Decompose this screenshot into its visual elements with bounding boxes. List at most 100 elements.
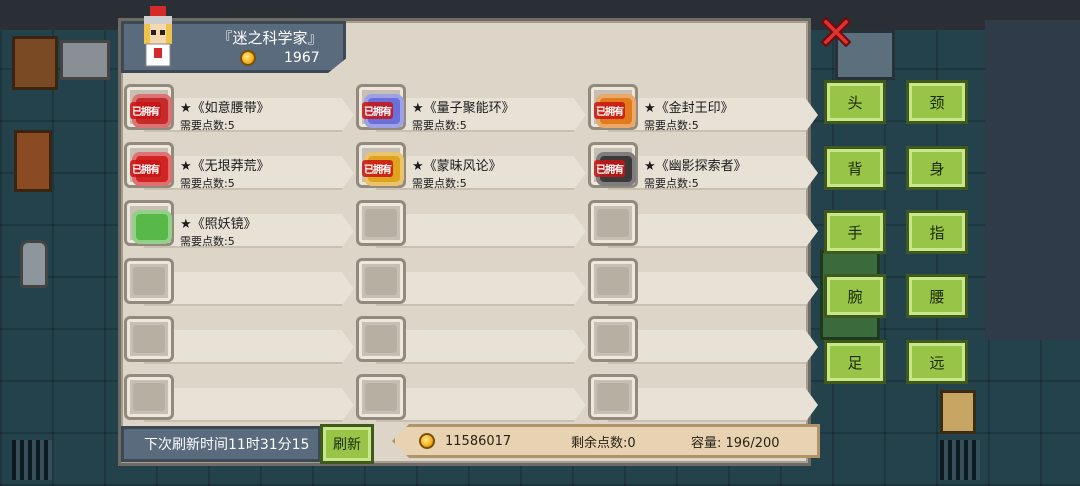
empty-item-entry: [354, 312, 586, 364]
scientist-avatar-icon: [144, 6, 172, 67]
item-cost: 需要点数:5: [180, 235, 235, 248]
category-button[interactable]: 远: [906, 340, 968, 384]
item-strip: [144, 272, 354, 306]
item-name: ★《幽影探索者》: [644, 159, 747, 174]
item-slot[interactable]: 已拥有: [124, 142, 174, 188]
floor-grate: [940, 440, 980, 480]
empty-slot[interactable]: [356, 374, 406, 420]
item-cost: 需要点数:5: [180, 119, 235, 132]
empty-item-entry: [354, 370, 586, 422]
desk-prop: [60, 40, 110, 80]
empty-slot[interactable]: [588, 200, 638, 246]
floor-grate: [12, 440, 52, 480]
empty-slot[interactable]: [124, 374, 174, 420]
item-entry[interactable]: ★《蒙昧风论》 需要点数:5 已拥有: [354, 138, 586, 190]
item-slot[interactable]: 已拥有: [124, 84, 174, 130]
empty-item-entry: [122, 254, 354, 306]
empty-slot-inner: [597, 209, 629, 237]
item-strip: [608, 388, 818, 422]
owned-badge: 已拥有: [594, 160, 625, 177]
item-name: ★《无垠莽荒》: [180, 159, 270, 174]
item-cost: 需要点数:5: [180, 177, 235, 190]
gold-amount: 11586017: [445, 433, 512, 449]
vendor-coin-count: 1967: [284, 50, 320, 66]
empty-slot-inner: [365, 267, 397, 295]
empty-item-entry: [586, 312, 818, 364]
empty-slot[interactable]: [356, 316, 406, 362]
item-entry[interactable]: ★《无垠莽荒》 需要点数:5 已拥有: [122, 138, 354, 190]
coin-icon: [419, 433, 435, 449]
empty-item-entry: [122, 312, 354, 364]
item-name: ★《蒙昧风论》: [412, 159, 502, 174]
empty-slot[interactable]: [124, 258, 174, 304]
item-entry[interactable]: ★《金封王印》 需要点数:5 已拥有: [586, 80, 818, 132]
wall-panel: [985, 20, 1080, 340]
empty-slot-inner: [133, 383, 165, 411]
item-strip: [376, 214, 586, 248]
item-strip: [144, 330, 354, 364]
item-slot[interactable]: [124, 200, 174, 246]
empty-slot-inner: [365, 383, 397, 411]
category-button[interactable]: 腕: [824, 274, 886, 318]
empty-slot[interactable]: [588, 316, 638, 362]
item-slot[interactable]: 已拥有: [356, 84, 406, 130]
capacity: 容量: 196/200: [691, 435, 780, 451]
item-strip: [608, 214, 818, 248]
item-cost: 需要点数:5: [644, 119, 699, 132]
empty-slot-inner: [597, 325, 629, 353]
item-entry[interactable]: ★《量子聚能环》 需要点数:5 已拥有: [354, 80, 586, 132]
remaining-points: 剩余点数:0: [571, 435, 636, 451]
empty-slot-inner: [133, 325, 165, 353]
close-button[interactable]: [818, 14, 854, 50]
owned-badge: 已拥有: [130, 102, 161, 119]
empty-slot-inner: [597, 383, 629, 411]
refresh-timer: 下次刷新时间11时31分15: [121, 426, 321, 462]
item-slot[interactable]: 已拥有: [356, 142, 406, 188]
empty-slot-inner: [133, 267, 165, 295]
item-slot[interactable]: 已拥有: [588, 84, 638, 130]
category-button[interactable]: 指: [906, 210, 968, 254]
item-icon: [132, 210, 172, 244]
empty-item-entry: [586, 254, 818, 306]
owned-badge: 已拥有: [362, 102, 393, 119]
item-strip: [144, 388, 354, 422]
item-cost: 需要点数:5: [644, 177, 699, 190]
empty-slot-inner: [597, 267, 629, 295]
empty-slot[interactable]: [588, 374, 638, 420]
item-name: ★《金封王印》: [644, 101, 734, 116]
coin-icon: [240, 50, 256, 66]
category-button[interactable]: 腰: [906, 274, 968, 318]
category-button[interactable]: 手: [824, 210, 886, 254]
category-button[interactable]: 颈: [906, 80, 968, 124]
item-name: ★《照妖镜》: [180, 217, 257, 232]
item-entry[interactable]: ★《如意腰带》 需要点数:5 已拥有: [122, 80, 354, 132]
item-entry[interactable]: ★《照妖镜》 需要点数:5: [122, 196, 354, 248]
empty-slot-inner: [365, 325, 397, 353]
owned-badge: 已拥有: [594, 102, 625, 119]
item-slot[interactable]: 已拥有: [588, 142, 638, 188]
empty-slot[interactable]: [356, 200, 406, 246]
machine-prop: [940, 390, 976, 434]
category-button[interactable]: 身: [906, 146, 968, 190]
category-button[interactable]: 背: [824, 146, 886, 190]
empty-slot[interactable]: [124, 316, 174, 362]
empty-item-entry: [122, 370, 354, 422]
empty-slot[interactable]: [588, 258, 638, 304]
cabinet-prop: [12, 36, 58, 90]
refresh-button[interactable]: 刷新: [320, 424, 374, 464]
owned-badge: 已拥有: [362, 160, 393, 177]
category-button[interactable]: 头: [824, 80, 886, 124]
empty-item-entry: [354, 254, 586, 306]
empty-item-entry: [586, 370, 818, 422]
item-entry[interactable]: ★《幽影探索者》 需要点数:5 已拥有: [586, 138, 818, 190]
item-strip: [376, 388, 586, 422]
empty-slot[interactable]: [356, 258, 406, 304]
category-button[interactable]: 足: [824, 340, 886, 384]
vase-prop: [20, 240, 48, 288]
item-strip: [608, 330, 818, 364]
item-name: ★《如意腰带》: [180, 101, 270, 116]
vendor-coins: 1967: [240, 50, 320, 66]
chair-prop: [14, 130, 52, 192]
item-strip: [376, 330, 586, 364]
status-bar: 11586017 剩余点数:0 容量: 196/200: [392, 424, 820, 458]
